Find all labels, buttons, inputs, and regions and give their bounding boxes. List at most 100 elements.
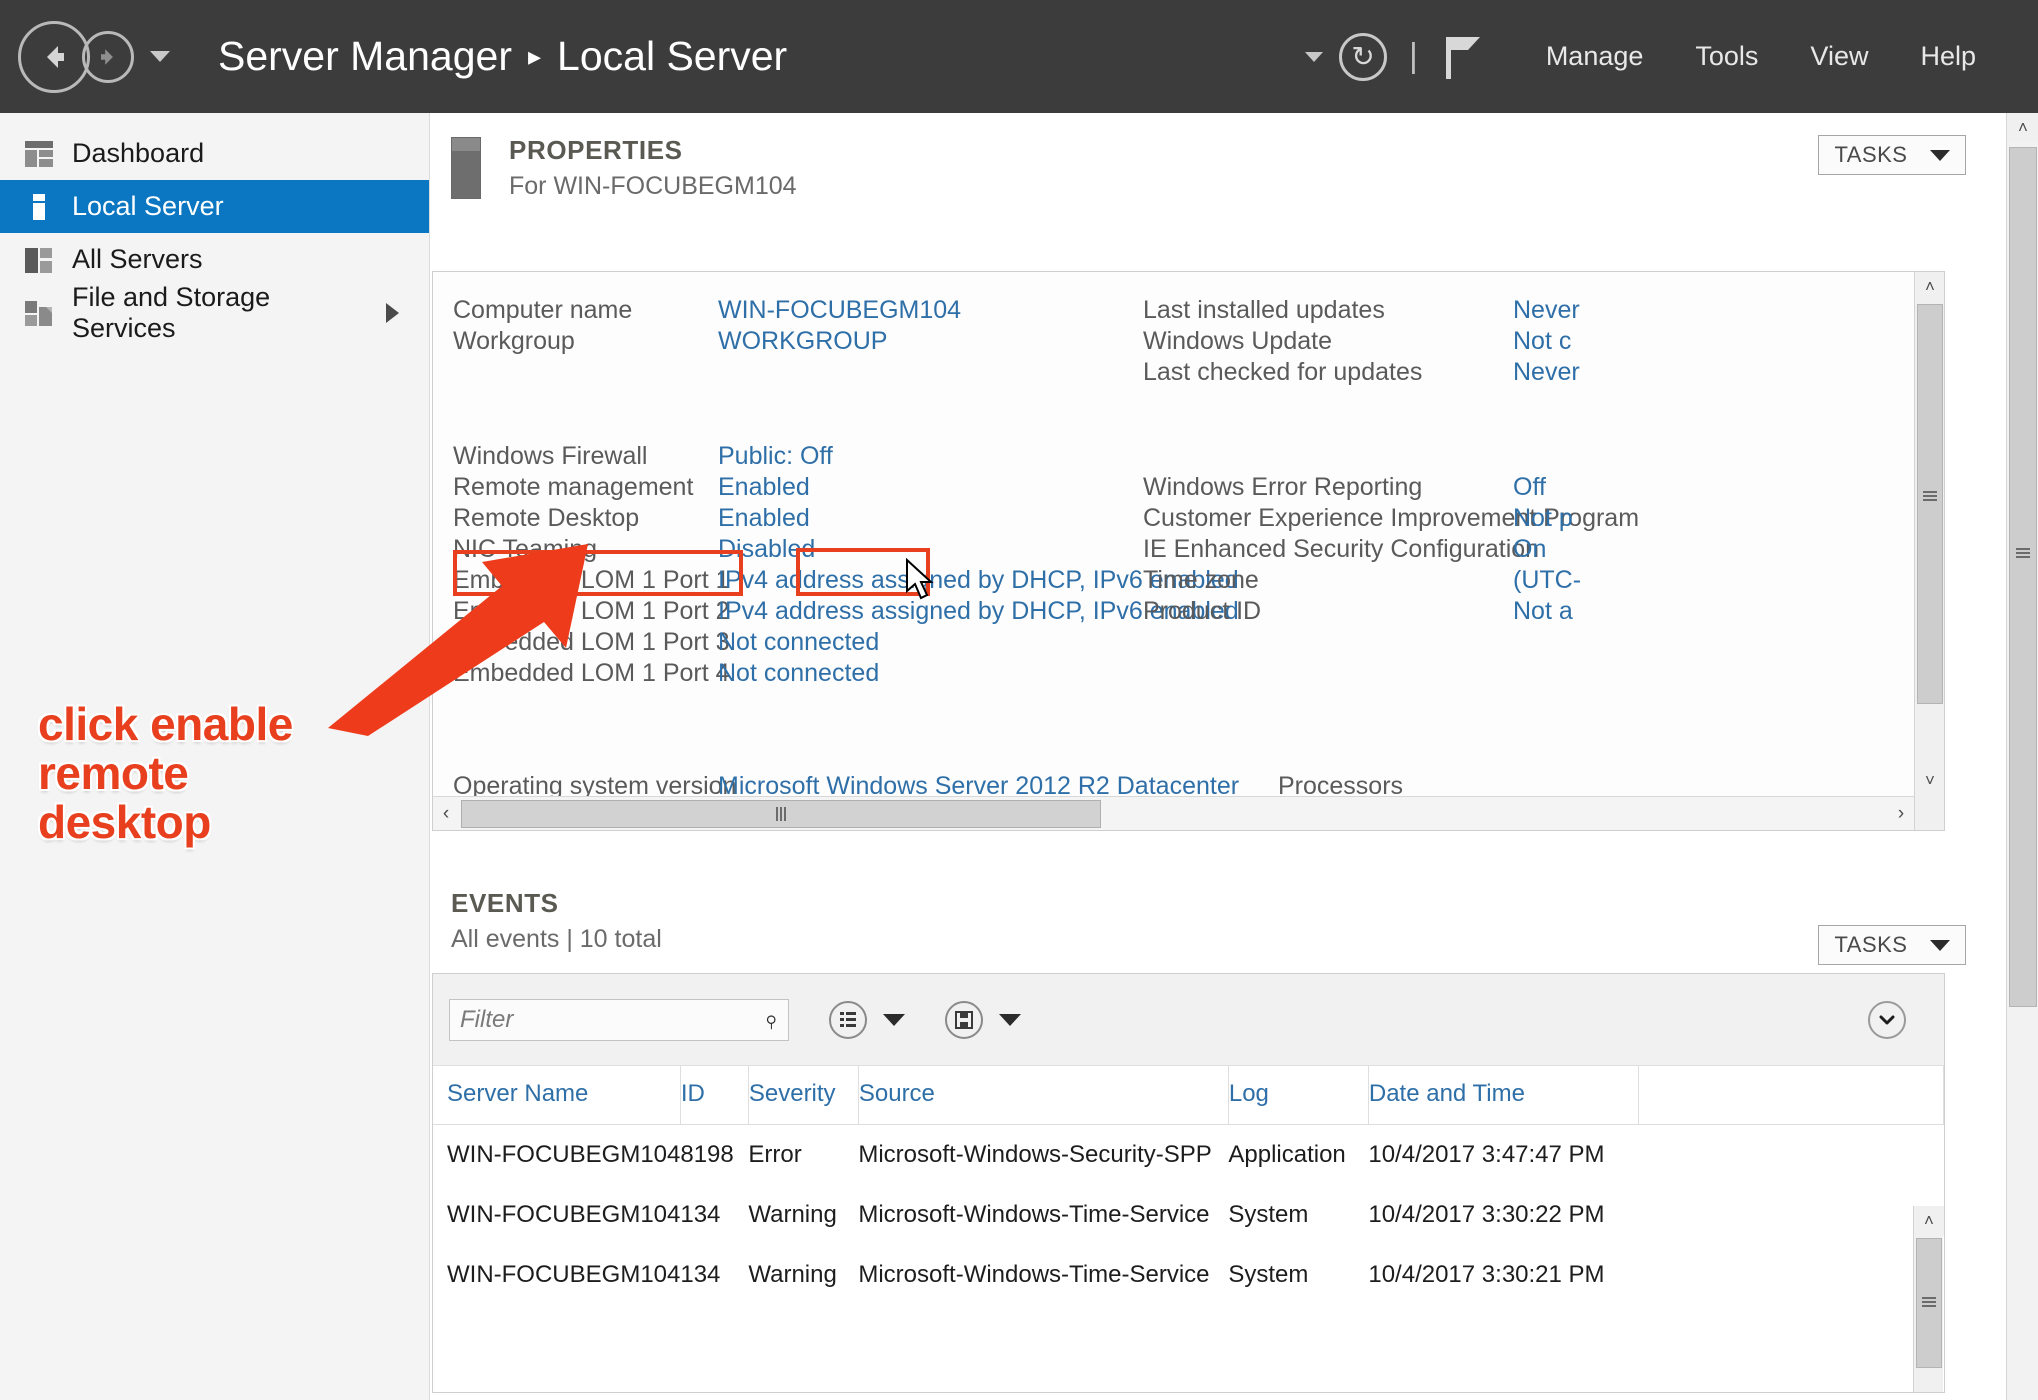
page-vertical-scrollbar[interactable]: ˄ [2006,113,2038,1400]
remote-desktop-value-link[interactable]: Enabled [718,504,810,533]
table-row[interactable]: WIN-FOCUBEGM104 8198 Error Microsoft-Win… [433,1125,1944,1186]
property-value[interactable]: Not connected [718,659,879,688]
history-chevron-down-icon[interactable] [150,51,170,62]
cell-severity: Warning [748,1185,858,1245]
annotation-line-3: desktop [38,798,368,847]
property-row: Last checked for updates Never [1143,358,1933,389]
property-value[interactable]: Public: Off [718,442,833,471]
chevron-down-icon [1930,940,1950,951]
chevron-down-icon [1930,150,1950,161]
scroll-right-button[interactable]: › [1888,803,1914,825]
titlebar-actions: ↻ | Manage Tools View Help [1305,31,2038,83]
property-row: Windows Error Reporting Off [1143,473,1933,504]
property-value[interactable]: WORKGROUP [718,327,887,356]
column-header-log[interactable]: Log [1228,1066,1368,1125]
annotation-line-1: click enable [38,700,368,749]
property-value[interactable]: On [1513,535,1546,564]
scroll-thumb[interactable] [2009,147,2037,1007]
back-arrow-icon [34,37,74,77]
sidebar-item-local-server[interactable]: Local Server [0,180,429,233]
property-value[interactable]: Not connected [718,628,879,657]
properties-horizontal-scrollbar[interactable]: ‹ › [433,796,1914,830]
scroll-thumb[interactable] [1916,1238,1942,1368]
cell-date-and-time: 10/4/2017 3:47:47 PM [1368,1125,1638,1186]
notifications-chevron-down-icon[interactable] [1305,52,1323,62]
events-vertical-scrollbar[interactable]: ˄ [1913,1206,1943,1392]
collapse-chevron-down-icon[interactable] [1868,1001,1906,1039]
property-row-clipped: Operating system version Microsoft Windo… [453,772,1873,798]
scroll-up-button[interactable]: ˄ [1915,272,1945,302]
column-header-date-and-time[interactable]: Date and Time [1368,1066,1638,1125]
property-label: Windows Error Reporting [1143,473,1513,502]
table-row[interactable]: WIN-FOCUBEGM104 134 Warning Microsoft-Wi… [433,1245,1944,1305]
cell-severity: Error [748,1125,858,1186]
scroll-grip-icon [776,807,786,821]
property-value[interactable]: Never [1513,358,1580,387]
cell-id: 8198 [680,1125,748,1186]
property-row: Workgroup WORKGROUP [453,327,1143,358]
column-header-server-name[interactable]: Server Name [433,1066,680,1125]
save-icon[interactable] [945,1001,983,1039]
property-row: Customer Experience Improvement Program … [1143,504,1933,535]
property-value[interactable]: (UTC- [1513,566,1581,595]
column-header-id[interactable]: ID [680,1066,748,1125]
flag-icon[interactable] [1440,31,1486,83]
property-value[interactable]: Microsoft Windows Server 2012 R2 Datacen… [718,772,1278,798]
properties-header: PROPERTIES For WIN-FOCUBEGM104 TASKS [431,113,2006,201]
property-value[interactable]: Never [1513,296,1580,325]
forward-button[interactable] [82,31,134,83]
cell-log: Application [1228,1125,1368,1186]
breadcrumb-root[interactable]: Server Manager [218,33,512,80]
menu-manage[interactable]: Manage [1520,41,1670,72]
property-value[interactable]: Not p [1513,504,1573,533]
back-button[interactable] [18,21,90,93]
save-chevron-down-icon[interactable] [999,1014,1021,1026]
events-table: Server Name ID Severity Source Log Date … [433,1066,1944,1305]
breadcrumb-current: Local Server [557,33,787,80]
cell-log: System [1228,1245,1368,1305]
properties-subtitle: For WIN-FOCUBEGM104 [509,172,797,201]
column-header-severity[interactable]: Severity [748,1066,858,1125]
tasks-label: TASKS [1834,932,1907,958]
menu-view[interactable]: View [1784,41,1894,72]
sidebar-item-dashboard[interactable]: Dashboard [0,127,429,180]
property-value[interactable]: WIN-FOCUBEGM104 [718,296,961,325]
scroll-up-button[interactable]: ˄ [1914,1206,1944,1236]
property-value[interactable]: Not a [1513,597,1573,626]
chevron-right-icon[interactable] [386,303,399,323]
property-value[interactable]: Off [1513,473,1546,502]
menu-tools[interactable]: Tools [1669,41,1784,72]
scroll-grip-icon [1922,1297,1936,1307]
cell-spacer [1638,1185,1943,1245]
column-header-source[interactable]: Source [858,1066,1228,1125]
refresh-button[interactable]: ↻ [1339,33,1387,81]
scroll-left-button[interactable]: ‹ [433,803,459,825]
scroll-thumb[interactable] [461,800,1101,828]
property-label: Workgroup [453,327,718,356]
menu-help[interactable]: Help [1894,41,2002,72]
list-view-icon[interactable] [829,1001,867,1039]
events-tasks-button[interactable]: TASKS [1818,925,1966,965]
sidebar-item-all-servers[interactable]: All Servers [0,233,429,286]
title-bar: Server Manager ▸ Local Server ↻ | Manage… [0,0,2038,113]
scroll-down-button[interactable]: ˅ [1915,766,1945,796]
properties-vertical-scrollbar[interactable]: ˄ ˅ [1914,272,1944,830]
annotation-text: click enable remote desktop [38,700,368,846]
search-input[interactable]: Filter ⌕ [449,999,789,1041]
annotation-line-2: remote [38,749,368,798]
cell-source: Microsoft-Windows-Security-SPP [858,1125,1228,1186]
scroll-thumb[interactable] [1917,304,1943,704]
property-label: Time zone [1143,566,1513,595]
sidebar-item-file-and-storage-services[interactable]: File and Storage Services [0,286,429,339]
properties-tasks-button[interactable]: TASKS [1818,135,1966,175]
property-value[interactable]: Not c [1513,327,1571,356]
sidebar-item-label: Local Server [72,191,224,222]
refresh-icon: ↻ [1351,43,1374,71]
property-value[interactable]: Enabled [718,473,810,502]
list-view-chevron-down-icon[interactable] [883,1014,905,1026]
search-input-placeholder: Filter [460,1006,513,1034]
property-value[interactable]: Disabled [718,535,815,564]
table-row[interactable]: WIN-FOCUBEGM104 134 Warning Microsoft-Wi… [433,1185,1944,1245]
scroll-up-button[interactable]: ˄ [2007,113,2038,143]
property-row: Product ID Not a [1143,597,1933,628]
